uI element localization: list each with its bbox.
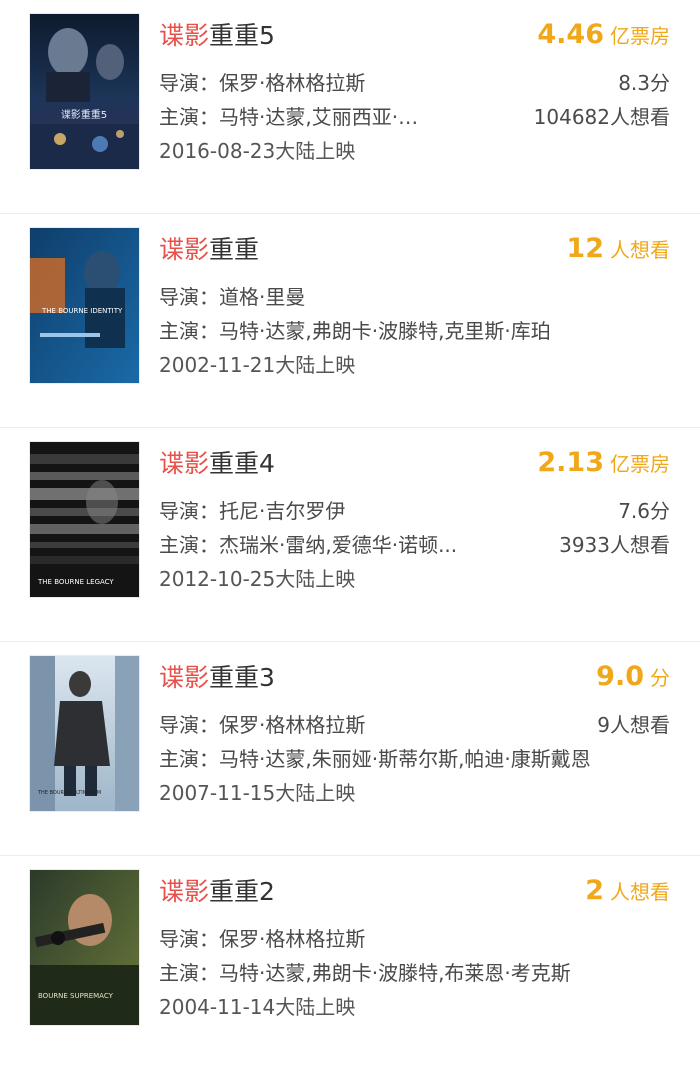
svg-text:谍影重重5: 谍影重重5 — [61, 108, 107, 121]
want-to-see-count: 9人想看 — [597, 713, 670, 737]
stat-unit: 亿票房 — [610, 452, 670, 476]
stat-number: 2.13 — [537, 447, 604, 478]
director-line: 导演：保罗·格林格拉斯 — [159, 927, 366, 951]
movie-list: 谍影重重5 谍影重重5 4.46 亿票房 导演：保罗·格林格拉斯 主演：马特·达蒙… — [0, 0, 700, 1052]
movie-poster[interactable]: THE BOURNE IDENTITY — [30, 228, 139, 383]
svg-text:BOURNE SUPREMACY: BOURNE SUPREMACY — [38, 992, 114, 1000]
title-rest: 重重 — [209, 235, 260, 264]
release-line: 2007-11-15大陆上映 — [159, 781, 356, 805]
stat-unit: 人想看 — [610, 238, 670, 262]
title-rest: 重重2 — [209, 877, 275, 906]
release-line: 2002-11-21大陆上映 — [159, 353, 356, 377]
cast-text: 主演：马特·达蒙,艾丽西亚·… — [159, 105, 419, 129]
movie-poster[interactable]: BOURNE SUPREMACY — [30, 870, 139, 1025]
list-item[interactable]: BOURNE SUPREMACY 谍影重重2 2 人想看 导演：保罗·格林格拉斯 … — [0, 856, 700, 1070]
rating-text: 7.6分 — [618, 499, 670, 523]
movie-title[interactable]: 谍影重重4 — [159, 448, 275, 480]
cast-line: 主演：马特·达蒙,弗朗卡·波滕特,布莱恩·考克斯 — [159, 961, 571, 985]
cast-text: 主演：杰瑞米·雷纳,爱德华·诺顿... — [159, 533, 458, 557]
svg-text:THE BOURNE ULTIMATUM: THE BOURNE ULTIMATUM — [37, 790, 101, 796]
director-line: 导演：道格·里曼 — [159, 285, 306, 309]
stat-badge: 12 人想看 — [566, 232, 670, 266]
stat-unit: 人想看 — [610, 880, 670, 904]
movie-title[interactable]: 谍影重重2 — [159, 876, 275, 908]
stat-number: 12 — [566, 233, 604, 264]
cast-line: 主演：杰瑞米·雷纳,爱德华·诺顿... — [159, 531, 457, 559]
title-rest: 重重5 — [209, 21, 275, 50]
movie-poster[interactable]: 谍影重重5 — [30, 14, 139, 169]
movie-poster[interactable]: THE BOURNE ULTIMATUM — [30, 656, 139, 811]
list-item[interactable]: 谍影重重5 谍影重重5 4.46 亿票房 导演：保罗·格林格拉斯 主演：马特·达蒙… — [0, 0, 700, 214]
movie-title[interactable]: 谍影重重 — [159, 234, 259, 266]
cast-line: 主演：马特·达蒙,朱丽娅·斯蒂尔斯,帕迪·康斯戴恩 — [159, 747, 591, 771]
list-item[interactable]: THE BOURNE ULTIMATUM 谍影重重3 9.0 分 导演：保罗·格林… — [0, 642, 700, 856]
want-to-see-count: 104682人想看 — [533, 105, 670, 129]
movie-title[interactable]: 谍影重重5 — [159, 20, 275, 52]
director-line: 导演：保罗·格林格拉斯 — [159, 71, 366, 95]
movie-title[interactable]: 谍影重重3 — [159, 662, 275, 694]
stat-badge: 9.0 分 — [596, 660, 670, 694]
svg-text:THE BOURNE LEGACY: THE BOURNE LEGACY — [37, 578, 114, 586]
release-line: 2012-10-25大陆上映 — [159, 567, 356, 591]
stat-badge: 2 人想看 — [585, 874, 670, 908]
stat-unit: 分 — [650, 666, 670, 690]
svg-text:THE BOURNE IDENTITY: THE BOURNE IDENTITY — [41, 307, 123, 315]
title-keyword: 谍影 — [159, 235, 210, 264]
title-keyword: 谍影 — [159, 21, 210, 50]
stat-unit: 亿票房 — [610, 24, 670, 48]
stat-number: 4.46 — [537, 19, 604, 50]
stat-badge: 4.46 亿票房 — [537, 18, 670, 52]
cast-line: 主演：马特·达蒙,弗朗卡·波滕特,克里斯·库珀 — [159, 319, 551, 343]
title-keyword: 谍影 — [159, 877, 210, 906]
stat-number: 9.0 — [596, 661, 644, 692]
stat-number: 2 — [585, 875, 604, 906]
director-line: 导演：保罗·格林格拉斯 — [159, 713, 366, 737]
list-item[interactable]: THE BOURNE IDENTITY 谍影重重 12 人想看 导演：道格·里曼 … — [0, 214, 700, 428]
stat-badge: 2.13 亿票房 — [537, 446, 670, 480]
release-line: 2004-11-14大陆上映 — [159, 995, 356, 1019]
cast-line: 主演：马特·达蒙,艾丽西亚·… — [159, 103, 418, 131]
movie-poster[interactable]: THE BOURNE LEGACY — [30, 442, 139, 597]
want-to-see-count: 3933人想看 — [559, 533, 670, 557]
title-rest: 重重4 — [209, 449, 275, 478]
title-rest: 重重3 — [209, 663, 275, 692]
title-keyword: 谍影 — [159, 663, 210, 692]
director-line: 导演：托尼·吉尔罗伊 — [159, 499, 346, 523]
title-keyword: 谍影 — [159, 449, 210, 478]
release-line: 2016-08-23大陆上映 — [159, 139, 356, 163]
rating-text: 8.3分 — [618, 71, 670, 95]
list-item[interactable]: THE BOURNE LEGACY 谍影重重4 2.13 亿票房 导演：托尼·吉尔… — [0, 428, 700, 642]
